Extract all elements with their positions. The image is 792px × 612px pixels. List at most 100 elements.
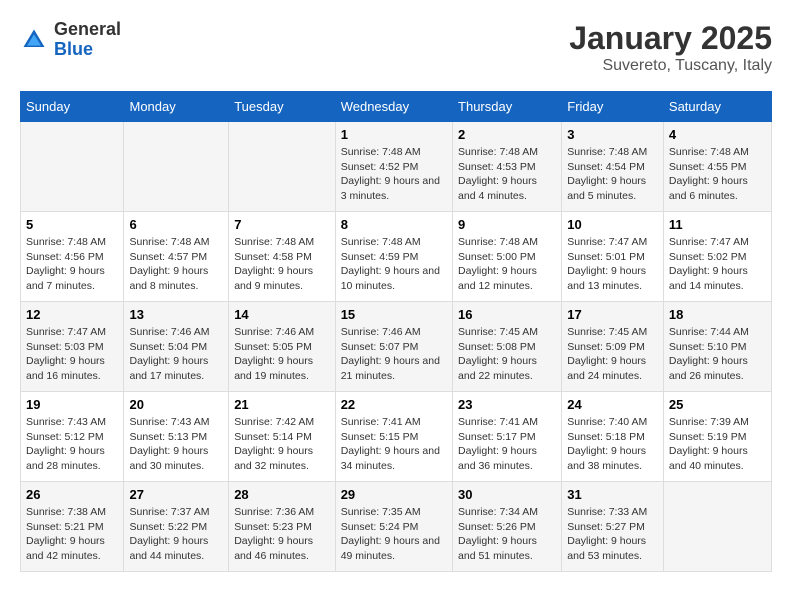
day-info: Sunrise: 7:44 AMSunset: 5:10 PMDaylight:… bbox=[669, 325, 766, 384]
day-info: Sunrise: 7:48 AMSunset: 4:53 PMDaylight:… bbox=[458, 145, 556, 204]
day-info: Sunrise: 7:42 AMSunset: 5:14 PMDaylight:… bbox=[234, 415, 330, 474]
column-header-sunday: Sunday bbox=[21, 92, 124, 122]
calendar-cell: 18 Sunrise: 7:44 AMSunset: 5:10 PMDayligh… bbox=[663, 302, 771, 392]
column-header-wednesday: Wednesday bbox=[335, 92, 452, 122]
day-number: 26 bbox=[26, 487, 118, 502]
calendar-cell: 8 Sunrise: 7:48 AMSunset: 4:59 PMDaylight… bbox=[335, 212, 452, 302]
day-info: Sunrise: 7:48 AMSunset: 4:55 PMDaylight:… bbox=[669, 145, 766, 204]
day-info: Sunrise: 7:48 AMSunset: 4:59 PMDaylight:… bbox=[341, 235, 447, 294]
calendar-cell: 3 Sunrise: 7:48 AMSunset: 4:54 PMDaylight… bbox=[562, 122, 664, 212]
day-info: Sunrise: 7:38 AMSunset: 5:21 PMDaylight:… bbox=[26, 505, 118, 564]
calendar-cell: 5 Sunrise: 7:48 AMSunset: 4:56 PMDaylight… bbox=[21, 212, 124, 302]
week-row-2: 5 Sunrise: 7:48 AMSunset: 4:56 PMDaylight… bbox=[21, 212, 772, 302]
day-info: Sunrise: 7:48 AMSunset: 4:58 PMDaylight:… bbox=[234, 235, 330, 294]
calendar-cell: 24 Sunrise: 7:40 AMSunset: 5:18 PMDayligh… bbox=[562, 392, 664, 482]
calendar-cell: 12Sunrise: 7:47 AMSunset: 5:03 PMDayligh… bbox=[21, 302, 124, 392]
day-number: 4 bbox=[669, 127, 766, 142]
day-number: 9 bbox=[458, 217, 556, 232]
week-row-3: 12Sunrise: 7:47 AMSunset: 5:03 PMDayligh… bbox=[21, 302, 772, 392]
day-info: Sunrise: 7:48 AMSunset: 4:57 PMDaylight:… bbox=[129, 235, 223, 294]
calendar-cell: 15Sunrise: 7:46 AMSunset: 5:07 PMDayligh… bbox=[335, 302, 452, 392]
day-number: 31 bbox=[567, 487, 658, 502]
day-info: Sunrise: 7:48 AMSunset: 5:00 PMDaylight:… bbox=[458, 235, 556, 294]
day-number: 29 bbox=[341, 487, 447, 502]
column-header-saturday: Saturday bbox=[663, 92, 771, 122]
calendar-cell: 20Sunrise: 7:43 AMSunset: 5:13 PMDayligh… bbox=[124, 392, 229, 482]
calendar-cell: 26 Sunrise: 7:38 AMSunset: 5:21 PMDayligh… bbox=[21, 482, 124, 572]
day-info: Sunrise: 7:41 AMSunset: 5:17 PMDaylight:… bbox=[458, 415, 556, 474]
calendar-cell: 31 Sunrise: 7:33 AMSunset: 5:27 PMDayligh… bbox=[562, 482, 664, 572]
calendar-cell: 27Sunrise: 7:37 AMSunset: 5:22 PMDayligh… bbox=[124, 482, 229, 572]
calendar-cell: 28Sunrise: 7:36 AMSunset: 5:23 PMDayligh… bbox=[229, 482, 336, 572]
column-header-thursday: Thursday bbox=[453, 92, 562, 122]
week-row-5: 26 Sunrise: 7:38 AMSunset: 5:21 PMDayligh… bbox=[21, 482, 772, 572]
column-header-tuesday: Tuesday bbox=[229, 92, 336, 122]
day-info: Sunrise: 7:46 AMSunset: 5:07 PMDaylight:… bbox=[341, 325, 447, 384]
subtitle: Suvereto, Tuscany, Italy bbox=[569, 57, 772, 75]
day-info: Sunrise: 7:48 AMSunset: 4:56 PMDaylight:… bbox=[26, 235, 118, 294]
logo: General Blue bbox=[20, 20, 121, 60]
calendar-cell: 13Sunrise: 7:46 AMSunset: 5:04 PMDayligh… bbox=[124, 302, 229, 392]
calendar-cell: 4 Sunrise: 7:48 AMSunset: 4:55 PMDaylight… bbox=[663, 122, 771, 212]
week-row-4: 19 Sunrise: 7:43 AMSunset: 5:12 PMDayligh… bbox=[21, 392, 772, 482]
day-number: 3 bbox=[567, 127, 658, 142]
calendar-cell bbox=[229, 122, 336, 212]
calendar-cell: 25 Sunrise: 7:39 AMSunset: 5:19 PMDayligh… bbox=[663, 392, 771, 482]
day-number: 30 bbox=[458, 487, 556, 502]
logo-blue-text: Blue bbox=[54, 40, 121, 60]
calendar-cell bbox=[663, 482, 771, 572]
day-number: 6 bbox=[129, 217, 223, 232]
day-info: Sunrise: 7:43 AMSunset: 5:13 PMDaylight:… bbox=[129, 415, 223, 474]
day-number: 25 bbox=[669, 397, 766, 412]
day-number: 22 bbox=[341, 397, 447, 412]
calendar-cell: 19 Sunrise: 7:43 AMSunset: 5:12 PMDayligh… bbox=[21, 392, 124, 482]
day-info: Sunrise: 7:39 AMSunset: 5:19 PMDaylight:… bbox=[669, 415, 766, 474]
day-info: Sunrise: 7:40 AMSunset: 5:18 PMDaylight:… bbox=[567, 415, 658, 474]
calendar-cell: 29Sunrise: 7:35 AMSunset: 5:24 PMDayligh… bbox=[335, 482, 452, 572]
day-info: Sunrise: 7:34 AMSunset: 5:26 PMDaylight:… bbox=[458, 505, 556, 564]
calendar-cell bbox=[124, 122, 229, 212]
calendar-cell: 22 Sunrise: 7:41 AMSunset: 5:15 PMDayligh… bbox=[335, 392, 452, 482]
day-number: 16 bbox=[458, 307, 556, 322]
calendar-cell: 2 Sunrise: 7:48 AMSunset: 4:53 PMDaylight… bbox=[453, 122, 562, 212]
day-number: 11 bbox=[669, 217, 766, 232]
header-row: SundayMondayTuesdayWednesdayThursdayFrid… bbox=[21, 92, 772, 122]
calendar-cell: 14 Sunrise: 7:46 AMSunset: 5:05 PMDayligh… bbox=[229, 302, 336, 392]
day-info: Sunrise: 7:45 AMSunset: 5:08 PMDaylight:… bbox=[458, 325, 556, 384]
day-info: Sunrise: 7:43 AMSunset: 5:12 PMDaylight:… bbox=[26, 415, 118, 474]
calendar-cell: 23Sunrise: 7:41 AMSunset: 5:17 PMDayligh… bbox=[453, 392, 562, 482]
day-info: Sunrise: 7:46 AMSunset: 5:05 PMDaylight:… bbox=[234, 325, 330, 384]
calendar-cell: 7Sunrise: 7:48 AMSunset: 4:58 PMDaylight… bbox=[229, 212, 336, 302]
day-number: 18 bbox=[669, 307, 766, 322]
calendar-cell: 16 Sunrise: 7:45 AMSunset: 5:08 PMDayligh… bbox=[453, 302, 562, 392]
day-number: 24 bbox=[567, 397, 658, 412]
day-number: 14 bbox=[234, 307, 330, 322]
title-block: January 2025 Suvereto, Tuscany, Italy bbox=[569, 20, 772, 75]
page-header: General Blue January 2025 Suvereto, Tusc… bbox=[20, 20, 772, 75]
day-number: 12 bbox=[26, 307, 118, 322]
day-info: Sunrise: 7:48 AMSunset: 4:54 PMDaylight:… bbox=[567, 145, 658, 204]
day-info: Sunrise: 7:33 AMSunset: 5:27 PMDaylight:… bbox=[567, 505, 658, 564]
day-number: 2 bbox=[458, 127, 556, 142]
day-number: 1 bbox=[341, 127, 447, 142]
day-info: Sunrise: 7:47 AMSunset: 5:02 PMDaylight:… bbox=[669, 235, 766, 294]
column-header-friday: Friday bbox=[562, 92, 664, 122]
day-number: 21 bbox=[234, 397, 330, 412]
calendar-cell: 1 Sunrise: 7:48 AMSunset: 4:52 PMDaylight… bbox=[335, 122, 452, 212]
calendar-cell bbox=[21, 122, 124, 212]
column-header-monday: Monday bbox=[124, 92, 229, 122]
calendar-cell: 30 Sunrise: 7:34 AMSunset: 5:26 PMDayligh… bbox=[453, 482, 562, 572]
day-number: 8 bbox=[341, 217, 447, 232]
day-number: 5 bbox=[26, 217, 118, 232]
day-info: Sunrise: 7:37 AMSunset: 5:22 PMDaylight:… bbox=[129, 505, 223, 564]
day-info: Sunrise: 7:48 AMSunset: 4:52 PMDaylight:… bbox=[341, 145, 447, 204]
day-number: 17 bbox=[567, 307, 658, 322]
day-info: Sunrise: 7:41 AMSunset: 5:15 PMDaylight:… bbox=[341, 415, 447, 474]
day-number: 13 bbox=[129, 307, 223, 322]
calendar-cell: 9 Sunrise: 7:48 AMSunset: 5:00 PMDaylight… bbox=[453, 212, 562, 302]
calendar-cell: 10Sunrise: 7:47 AMSunset: 5:01 PMDayligh… bbox=[562, 212, 664, 302]
calendar-cell: 17Sunrise: 7:45 AMSunset: 5:09 PMDayligh… bbox=[562, 302, 664, 392]
logo-general-text: General bbox=[54, 20, 121, 40]
day-info: Sunrise: 7:36 AMSunset: 5:23 PMDaylight:… bbox=[234, 505, 330, 564]
day-number: 19 bbox=[26, 397, 118, 412]
